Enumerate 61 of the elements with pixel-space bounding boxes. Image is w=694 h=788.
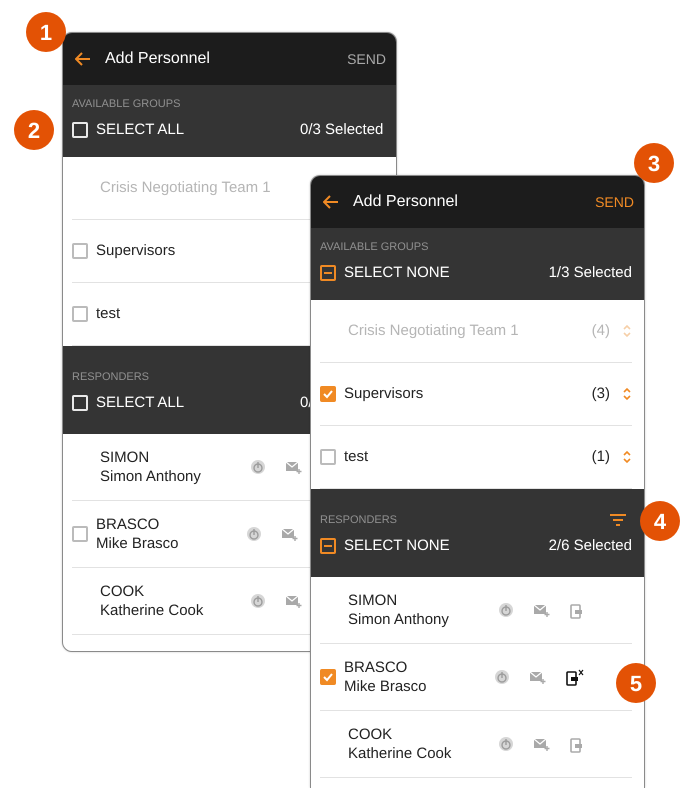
phone-icon[interactable] (565, 668, 584, 686)
checkbox[interactable] (72, 526, 88, 542)
mail-plus-icon[interactable] (281, 526, 298, 542)
member-count: (1) (592, 446, 610, 467)
sort-chevron-icon[interactable] (622, 449, 632, 465)
section-heading: AVAILABLE GROUPS (320, 240, 428, 254)
power-icon[interactable] (250, 459, 266, 475)
responder-name[interactable]: BRASCO Mike Brasco (344, 658, 494, 696)
back-icon[interactable] (75, 51, 91, 67)
select-all-label[interactable]: SELECT NONE (344, 534, 450, 558)
checkbox[interactable] (320, 265, 336, 281)
checkbox[interactable] (320, 669, 336, 685)
checkbox[interactable] (320, 386, 336, 402)
callout-marker: 2 (14, 110, 54, 150)
group-name[interactable]: test (96, 302, 120, 326)
checkbox[interactable] (72, 306, 88, 322)
responder-name[interactable]: COOK Katherine Cook (348, 725, 498, 763)
mail-plus-icon[interactable] (285, 459, 302, 475)
responder-name[interactable]: COOK Katherine Cook (100, 582, 250, 620)
select-all-label[interactable]: SELECT NONE (344, 262, 450, 284)
section-heading: RESPONDERS (72, 370, 150, 384)
filter-icon[interactable] (610, 514, 626, 526)
mail-plus-icon[interactable] (285, 593, 302, 609)
callout-marker: 4 (640, 501, 680, 541)
mail-plus-icon[interactable] (533, 736, 550, 752)
responder-name[interactable]: SIMON Simon Anthony (100, 448, 250, 486)
send-button[interactable]: SEND (595, 192, 634, 212)
checkbox[interactable] (320, 538, 336, 554)
section-heading: RESPONDERS (320, 513, 398, 527)
mail-plus-icon[interactable] (533, 602, 550, 618)
power-icon[interactable] (494, 669, 510, 685)
power-icon[interactable] (498, 736, 514, 752)
group-name[interactable]: Supervisors (96, 240, 176, 262)
power-icon[interactable] (246, 526, 262, 542)
group-name[interactable]: Supervisors (344, 382, 424, 406)
callout-marker: 3 (634, 143, 674, 183)
checkbox[interactable] (320, 449, 336, 465)
responder-name[interactable]: SIMON Simon Anthony (348, 591, 498, 629)
power-icon[interactable] (250, 593, 266, 609)
select-all-label[interactable]: SELECT ALL (96, 118, 184, 142)
member-count: (3) (592, 384, 610, 404)
power-icon[interactable] (498, 602, 514, 618)
check-icon (322, 388, 334, 400)
callout-marker: 1 (26, 12, 66, 52)
check-icon (322, 671, 334, 683)
mail-plus-icon[interactable] (529, 669, 546, 685)
screen-title: Add Personnel (105, 49, 210, 69)
screen-title: Add Personnel (353, 192, 458, 212)
selected-count: 1/3 Selected (548, 262, 632, 283)
selected-count: 0/3 Selected (300, 120, 384, 140)
select-all-label[interactable]: SELECT ALL (96, 392, 184, 414)
selected-count: 2/6 Selected (548, 536, 632, 556)
responder-name[interactable]: BRASCO Mike Brasco (96, 515, 246, 553)
checkbox[interactable] (72, 243, 88, 259)
send-button[interactable]: SEND (347, 48, 386, 70)
back-icon[interactable] (323, 194, 339, 210)
sort-chevron-icon[interactable] (622, 386, 632, 402)
section-heading: AVAILABLE GROUPS (72, 97, 180, 111)
group-name[interactable]: test (344, 446, 368, 468)
member-count: (4) (592, 320, 610, 341)
sort-chevron-icon[interactable] (622, 323, 632, 339)
